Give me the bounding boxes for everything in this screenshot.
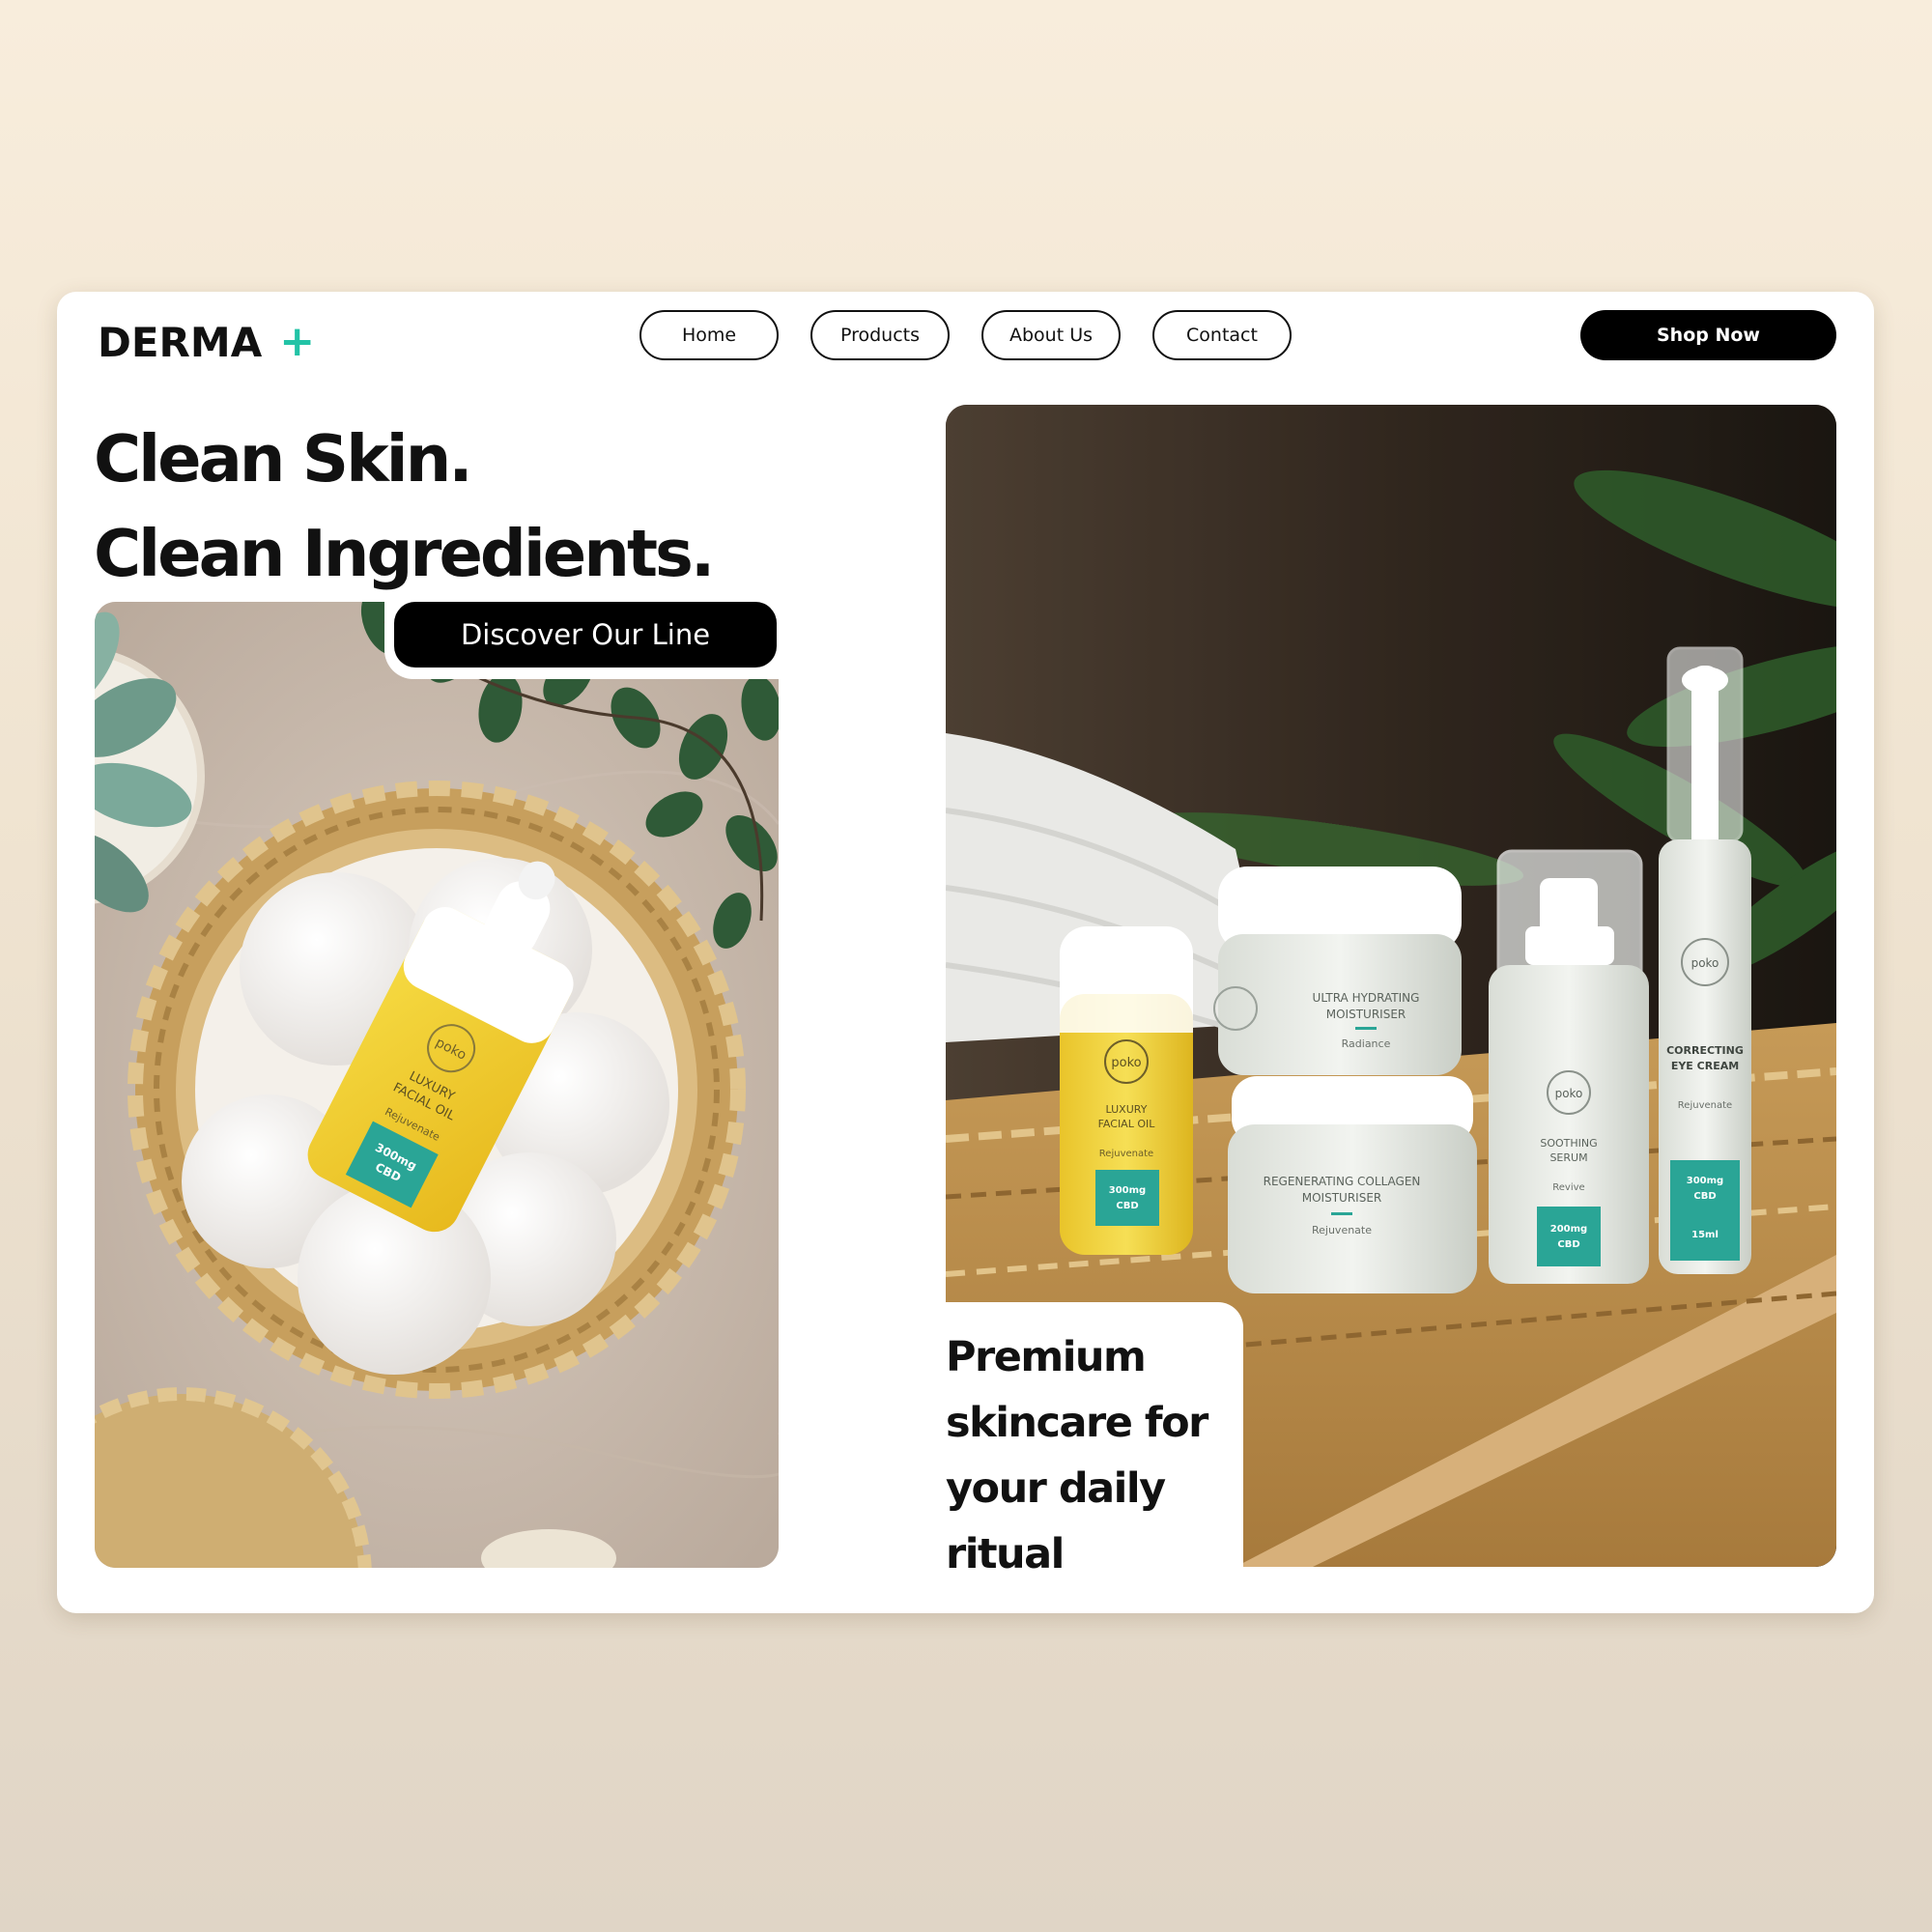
- serum-brand: poko: [1555, 1087, 1583, 1100]
- collagen-name-2: MOISTURISER: [1302, 1191, 1381, 1205]
- tagline-line-4: ritual: [946, 1530, 1065, 1578]
- eye-dose-2: CBD: [1693, 1191, 1716, 1202]
- lineup-oil-dose-1: 300mg: [1109, 1185, 1146, 1196]
- collagen-name-1: REGENERATING COLLAGEN: [1264, 1175, 1421, 1188]
- discover-our-line-button[interactable]: Discover Our Line: [394, 602, 777, 668]
- tagline-line-3: your daily: [946, 1464, 1166, 1513]
- brand-logo[interactable]: DERMA +: [98, 313, 315, 371]
- lineup-oil-name-2: FACIAL OIL: [1098, 1118, 1156, 1130]
- eye-name-1: CORRECTING: [1666, 1044, 1744, 1057]
- eye-brand: poko: [1691, 956, 1719, 970]
- moisturiser-name-2: MOISTURISER: [1326, 1008, 1406, 1021]
- nav-products-button[interactable]: Products: [810, 310, 950, 360]
- facial-oil-illustration: poko LUXURY FACIAL OIL Rejuvenate 300mg …: [95, 602, 779, 1568]
- nav-contact-button[interactable]: Contact: [1152, 310, 1292, 360]
- moisturiser-name-1: ULTRA HYDRATING: [1313, 991, 1420, 1005]
- nav-about-button[interactable]: About Us: [981, 310, 1121, 360]
- nav-home-button[interactable]: Home: [639, 310, 779, 360]
- eye-name-2: EYE CREAM: [1671, 1060, 1739, 1072]
- facial-oil-photo: poko LUXURY FACIAL OIL Rejuvenate 300mg …: [95, 602, 779, 1568]
- hero-headline: Clean Skin. Clean Ingredients.: [94, 412, 789, 601]
- shop-now-button[interactable]: Shop Now: [1580, 310, 1836, 360]
- serum-name-1: SOOTHING: [1540, 1137, 1597, 1150]
- brand-plus-icon: +: [279, 317, 316, 366]
- collagen-variant: Rejuvenate: [1312, 1224, 1372, 1236]
- eye-size: 15ml: [1691, 1230, 1719, 1240]
- eye-dose-1: 300mg: [1687, 1176, 1723, 1186]
- tagline-line-1: Premium: [946, 1333, 1147, 1381]
- hero-tagline: Premium skincare for your daily ritual: [946, 1324, 1236, 1587]
- serum-name-2: SERUM: [1549, 1151, 1587, 1164]
- headline-line-1: Clean Skin.: [94, 421, 473, 497]
- serum-variant: Revive: [1552, 1182, 1584, 1193]
- moisturiser-variant: Radiance: [1342, 1037, 1391, 1050]
- brand-name: DERMA: [98, 318, 263, 366]
- lineup-oil-variant: Rejuvenate: [1099, 1149, 1153, 1159]
- tagline-line-2: skincare for: [946, 1399, 1208, 1447]
- eye-variant: Rejuvenate: [1678, 1100, 1732, 1111]
- serum-dose-1: 200mg: [1550, 1224, 1587, 1235]
- headline-line-2: Clean Ingredients.: [94, 516, 715, 591]
- serum-dose-2: CBD: [1557, 1239, 1579, 1250]
- main-nav: Home Products About Us Contact: [639, 310, 1292, 360]
- landing-card: DERMA + Home Products About Us Contact S…: [57, 292, 1874, 1613]
- lineup-oil-dose-2: CBD: [1116, 1201, 1138, 1211]
- lineup-oil-name-1: LUXURY: [1106, 1103, 1148, 1116]
- lineup-oil-brand: poko: [1111, 1056, 1141, 1070]
